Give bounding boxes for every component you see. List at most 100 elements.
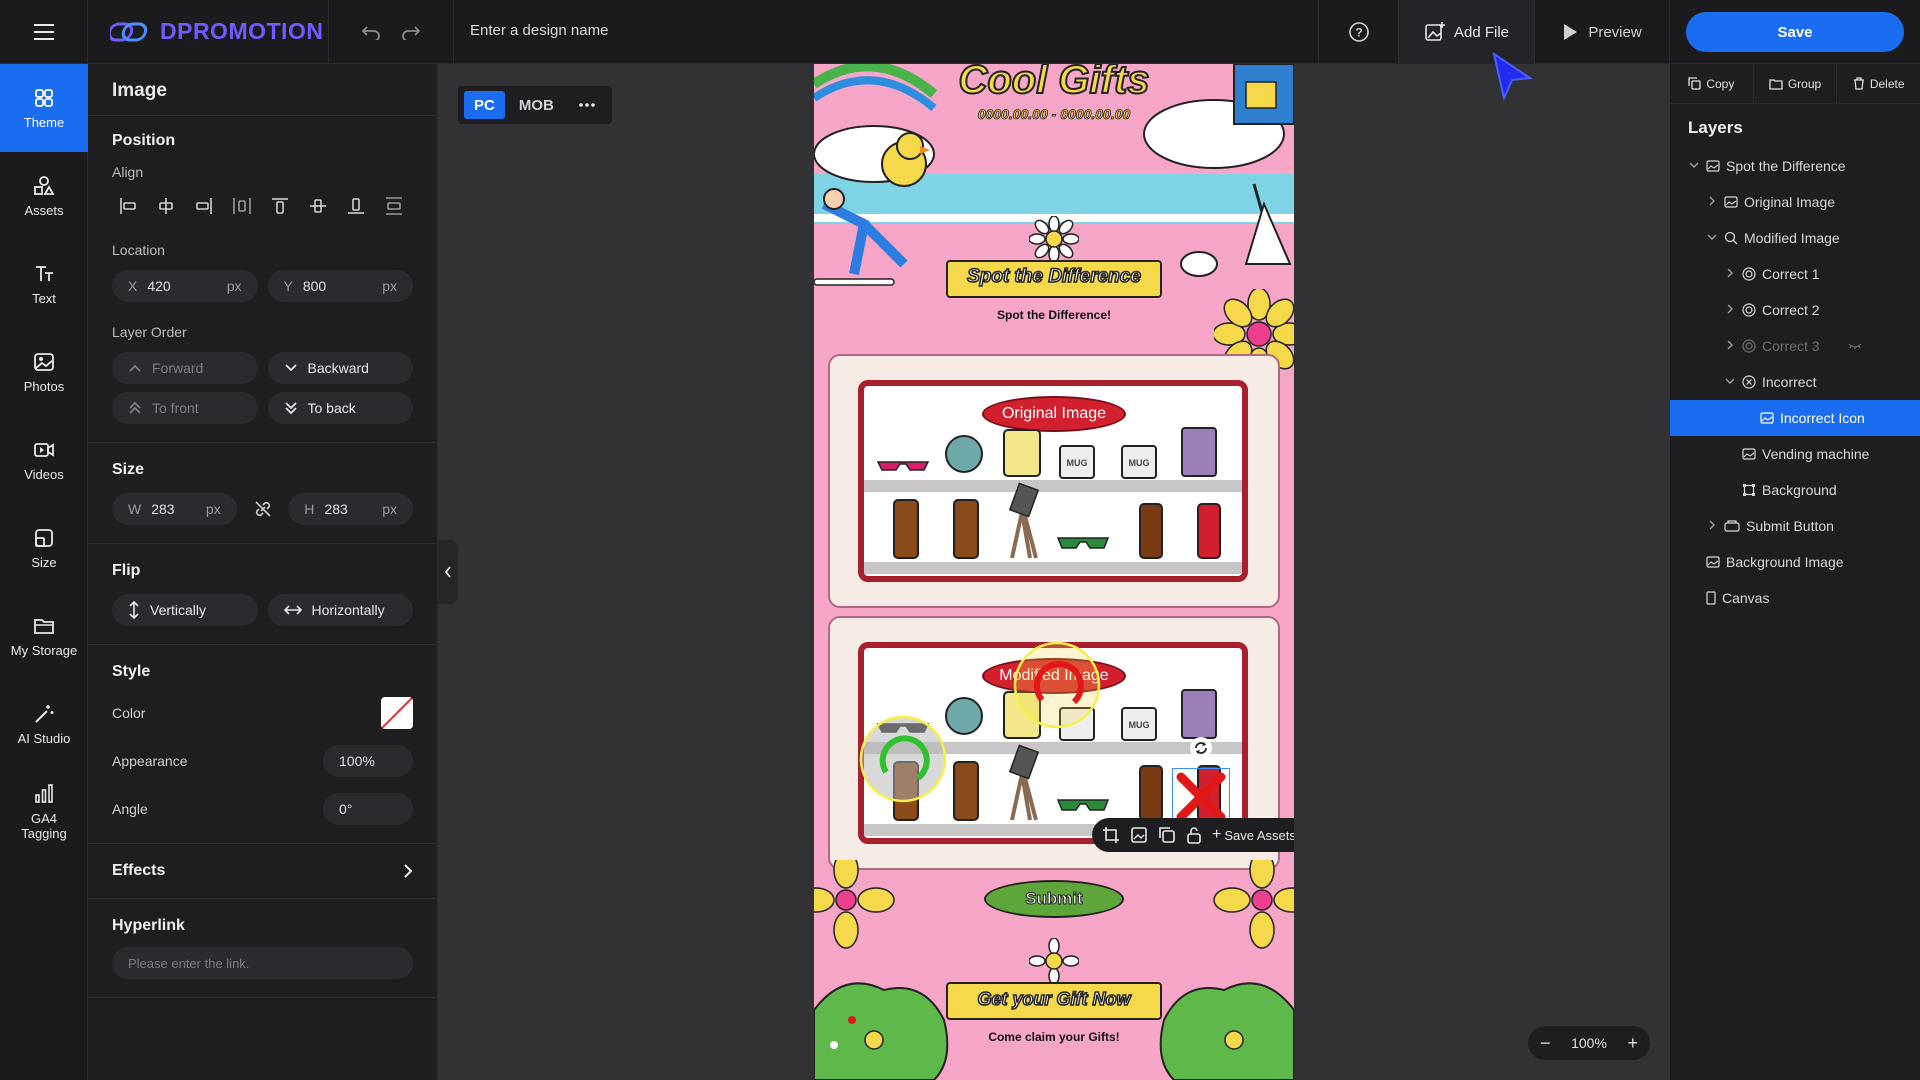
- artboard[interactable]: Cool Gifts 0000.00.00 - 0000.00.00 Spot …: [814, 64, 1294, 1080]
- chevron-right-icon[interactable]: [1706, 520, 1718, 533]
- crop-icon[interactable]: [1102, 826, 1120, 844]
- rail-item-my-storage[interactable]: My Storage: [0, 592, 88, 680]
- align-top-icon[interactable]: [268, 194, 292, 218]
- hyperlink-input[interactable]: Please enter the link.: [112, 947, 413, 979]
- layer-item[interactable]: Vending machine: [1670, 436, 1920, 472]
- y-input[interactable]: Y 800 px: [267, 270, 413, 302]
- layer-item[interactable]: Spot the Difference: [1670, 148, 1920, 184]
- align-bottom-icon[interactable]: [344, 194, 368, 218]
- layer-item[interactable]: Background: [1670, 472, 1920, 508]
- lock-icon[interactable]: [1186, 826, 1202, 844]
- arrow-vertical-icon: [129, 601, 139, 619]
- chevron-right-icon[interactable]: [1724, 268, 1736, 281]
- rail-label: Text: [32, 290, 56, 306]
- rail-item-photos[interactable]: Photos: [0, 328, 88, 416]
- image-icon: [1742, 448, 1756, 460]
- device-mob-button[interactable]: MOB: [509, 91, 564, 119]
- layer-item[interactable]: Correct 3: [1670, 328, 1920, 364]
- history-controls: [328, 0, 454, 64]
- flip-vertically-button[interactable]: Vertically: [112, 594, 258, 626]
- chevron-right-icon[interactable]: [1724, 304, 1736, 317]
- folder-icon: [34, 618, 54, 634]
- backward-button[interactable]: Backward: [267, 352, 413, 384]
- eye-closed-icon[interactable]: [1848, 342, 1862, 350]
- correct-marker-2[interactable]: [858, 714, 948, 804]
- rail-item-size[interactable]: Size: [0, 504, 88, 592]
- design-name-input[interactable]: Enter a design name: [470, 22, 608, 39]
- height-input[interactable]: H 283 px: [288, 493, 413, 525]
- help-button[interactable]: ?: [1318, 0, 1398, 64]
- rail-item-ai-studio[interactable]: AI Studio: [0, 680, 88, 768]
- rail-item-assets[interactable]: Assets: [0, 152, 88, 240]
- align-right-icon[interactable]: [192, 194, 216, 218]
- color-swatch[interactable]: [381, 697, 413, 729]
- layer-item[interactable]: Original Image: [1670, 184, 1920, 220]
- layer-item[interactable]: Submit Button: [1670, 508, 1920, 544]
- zoom-in-button[interactable]: +: [1627, 1033, 1638, 1054]
- undo-icon[interactable]: [361, 24, 381, 40]
- align-left-icon[interactable]: [116, 194, 140, 218]
- rail-label: Theme: [23, 114, 65, 130]
- distribute-v-icon[interactable]: [382, 194, 406, 218]
- layer-item[interactable]: Background Image: [1670, 544, 1920, 580]
- chevron-down-icon[interactable]: [1706, 233, 1718, 244]
- redo-icon[interactable]: [401, 24, 421, 40]
- layer-item[interactable]: Correct 1: [1670, 256, 1920, 292]
- size-section: Size W 283 px H 283 px: [88, 443, 437, 544]
- align-center-h-icon[interactable]: [154, 194, 178, 218]
- daisy-icon: [1029, 938, 1079, 984]
- rail-label: My Storage: [10, 642, 78, 658]
- chevron-down-icon[interactable]: [1688, 161, 1700, 172]
- align-middle-v-icon[interactable]: [306, 194, 330, 218]
- duplicate-icon[interactable]: [1158, 826, 1176, 844]
- layer-item[interactable]: Modified Image: [1670, 220, 1920, 256]
- flip-horizontally-button[interactable]: Horizontally: [267, 594, 413, 626]
- delete-button[interactable]: Delete: [1837, 64, 1920, 103]
- x-input[interactable]: X 420 px: [112, 270, 258, 302]
- effects-section[interactable]: Effects: [88, 844, 437, 899]
- group-button[interactable]: Group: [1754, 64, 1838, 103]
- save-button[interactable]: Save: [1686, 12, 1904, 52]
- copy-button[interactable]: Copy: [1670, 64, 1754, 103]
- layer-item[interactable]: Canvas: [1670, 580, 1920, 616]
- replace-image-icon[interactable]: [1130, 826, 1148, 844]
- collapse-panel-button[interactable]: [438, 540, 458, 604]
- appearance-input[interactable]: 100%: [323, 745, 413, 777]
- h-key: H: [304, 501, 315, 517]
- help-icon: ?: [1348, 22, 1369, 42]
- layer-item[interactable]: Incorrect: [1670, 364, 1920, 400]
- panel-title: Image: [88, 64, 437, 116]
- rail-item-theme[interactable]: Theme: [0, 64, 88, 152]
- submit-button[interactable]: Submit: [984, 880, 1124, 918]
- hamburger-menu-button[interactable]: [0, 0, 88, 64]
- chevron-right-icon[interactable]: [1724, 340, 1736, 353]
- layer-item[interactable]: Incorrect Icon: [1670, 400, 1920, 436]
- zoom-value[interactable]: 100%: [1571, 1035, 1607, 1051]
- chevron-down-icon[interactable]: [1724, 377, 1736, 388]
- correct-marker-1[interactable]: [1012, 640, 1102, 730]
- device-pc-button[interactable]: PC: [464, 91, 505, 119]
- rail-item-videos[interactable]: Videos: [0, 416, 88, 504]
- zoom-out-button[interactable]: −: [1540, 1033, 1551, 1054]
- original-image-panel[interactable]: Original Image MUG MUG: [828, 354, 1280, 608]
- to-back-button[interactable]: To back: [267, 392, 413, 424]
- rail-item-text[interactable]: Text: [0, 240, 88, 328]
- width-input[interactable]: W 283 px: [112, 493, 237, 525]
- rail-item-ga4-tagging[interactable]: GA4 Tagging: [0, 768, 88, 856]
- w-value: 283: [151, 501, 175, 517]
- layer-label: Spot the Difference: [1726, 158, 1846, 174]
- distribute-h-icon[interactable]: [230, 194, 254, 218]
- chevron-right-icon[interactable]: [1706, 196, 1718, 209]
- more-options-button[interactable]: [568, 91, 606, 119]
- rotate-handle-icon[interactable]: [1189, 736, 1213, 760]
- layer-order-label: Layer Order: [112, 324, 187, 340]
- brand-logo[interactable]: DPROMOTION: [110, 18, 323, 45]
- forward-button[interactable]: Forward: [112, 352, 258, 384]
- to-front-button[interactable]: To front: [112, 392, 258, 424]
- angle-input[interactable]: 0°: [323, 793, 413, 825]
- appearance-label: Appearance: [112, 753, 188, 769]
- save-assets-button[interactable]: + Save Assets: [1212, 826, 1294, 844]
- unlink-icon[interactable]: [247, 499, 279, 519]
- layer-item[interactable]: Correct 2: [1670, 292, 1920, 328]
- preview-button[interactable]: Preview: [1534, 0, 1670, 64]
